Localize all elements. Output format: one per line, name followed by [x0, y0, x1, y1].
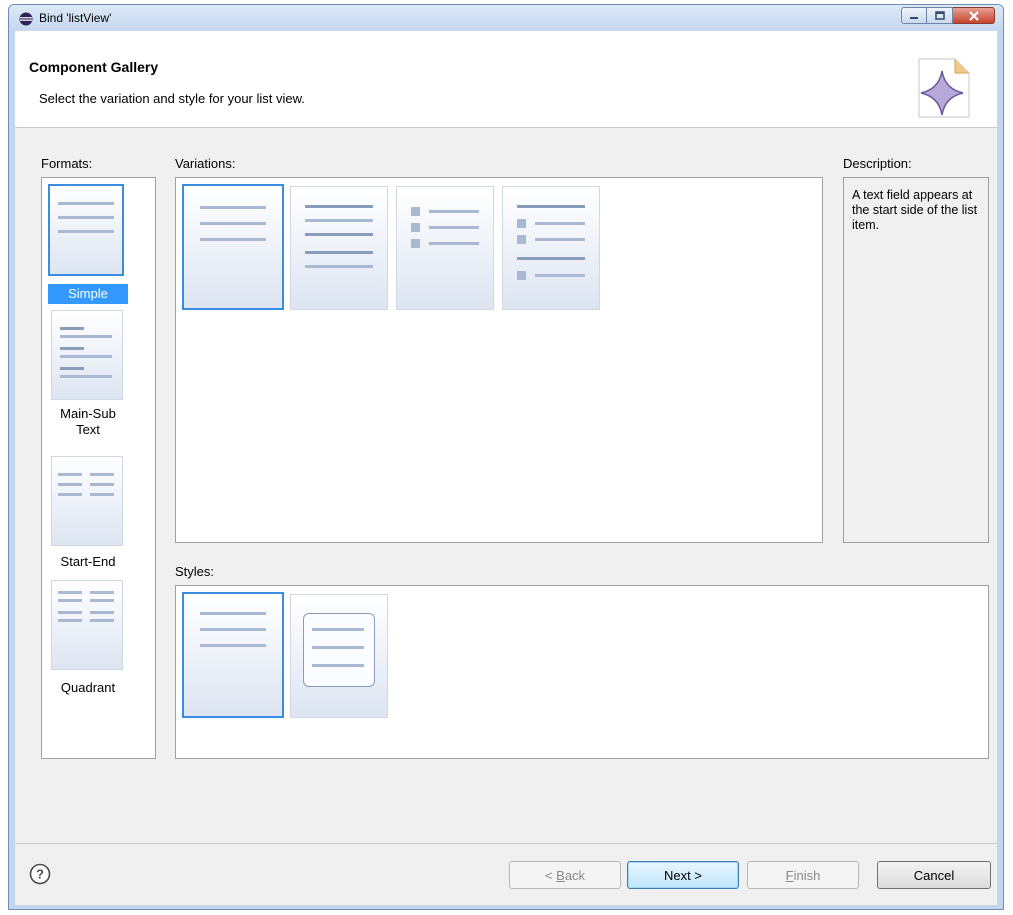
quadrant-thumbnail	[51, 580, 123, 670]
finish-button-rest: inish	[793, 867, 821, 883]
style-item-1[interactable]	[182, 592, 284, 718]
variation-item-1[interactable]	[182, 184, 284, 310]
variations-gallery[interactable]	[175, 177, 823, 543]
description-text: A text field appears at the start side o…	[852, 188, 978, 232]
variation-item-4[interactable]	[502, 186, 600, 310]
format-item-main-sub-text[interactable]: Main-Sub Text	[48, 310, 128, 450]
simple-thumbnail	[48, 184, 124, 276]
page-message: Select the variation and style for your …	[39, 91, 305, 106]
variations-label: Variations:	[175, 156, 236, 171]
format-label-quadrant: Quadrant	[60, 680, 116, 695]
format-item-start-end[interactable]: Start-End	[48, 454, 128, 574]
description-panel: A text field appears at the start side o…	[843, 177, 989, 543]
title-bar[interactable]: Bind 'listView'	[9, 5, 1003, 31]
svg-text:?: ?	[36, 867, 44, 882]
styles-gallery[interactable]	[175, 585, 989, 759]
wizard-header: Component Gallery Select the variation a…	[15, 31, 997, 128]
minimize-icon	[910, 16, 918, 19]
variation-item-3[interactable]	[396, 186, 494, 310]
next-button[interactable]: Next >	[627, 861, 739, 889]
variation-item-2[interactable]	[290, 186, 388, 310]
dialog-window: Bind 'listView' Component Gallery Select…	[8, 4, 1004, 910]
format-item-quadrant[interactable]: Quadrant	[48, 580, 128, 700]
maximize-icon	[934, 11, 945, 20]
close-button[interactable]	[953, 7, 995, 24]
cancel-button-label: Cancel	[913, 867, 955, 883]
window-title: Bind 'listView'	[39, 11, 112, 25]
cancel-button[interactable]: Cancel	[877, 861, 991, 889]
help-icon[interactable]: ?	[29, 863, 51, 885]
format-label-simple: Simple	[48, 284, 128, 304]
styles-label: Styles:	[175, 564, 215, 579]
footer-separator	[15, 843, 997, 844]
back-button-rest: ack	[564, 867, 586, 883]
finish-button[interactable]: Finish	[747, 861, 859, 889]
back-button-prefix: <	[544, 867, 557, 883]
next-button-label: Next >	[664, 867, 702, 883]
close-icon	[968, 10, 979, 21]
main-sub-text-thumbnail	[51, 310, 123, 400]
start-end-thumbnail	[51, 456, 123, 546]
finish-button-mnemonic: F	[785, 867, 794, 883]
format-label-main-sub-text: Main-Sub Text	[60, 406, 116, 437]
format-item-simple[interactable]: Simple	[48, 184, 128, 306]
minimize-button[interactable]	[901, 7, 927, 24]
back-button-mnemonic: B	[556, 867, 565, 883]
maximize-button[interactable]	[927, 7, 953, 24]
window-controls	[901, 7, 995, 25]
dialog-client-area: Component Gallery Select the variation a…	[15, 31, 997, 905]
eclipse-app-icon	[19, 12, 33, 26]
wizard-banner-icon	[918, 58, 970, 118]
style-item-2[interactable]	[290, 594, 388, 718]
card-outline	[303, 613, 375, 687]
formats-label: Formats:	[41, 156, 93, 171]
page-title: Component Gallery	[29, 59, 159, 75]
description-label: Description:	[843, 156, 912, 171]
back-button[interactable]: < Back	[509, 861, 621, 889]
formats-list[interactable]: Simple Main-Sub Text Start-End Quadrant	[41, 177, 156, 759]
format-label-start-end: Start-End	[60, 554, 116, 569]
